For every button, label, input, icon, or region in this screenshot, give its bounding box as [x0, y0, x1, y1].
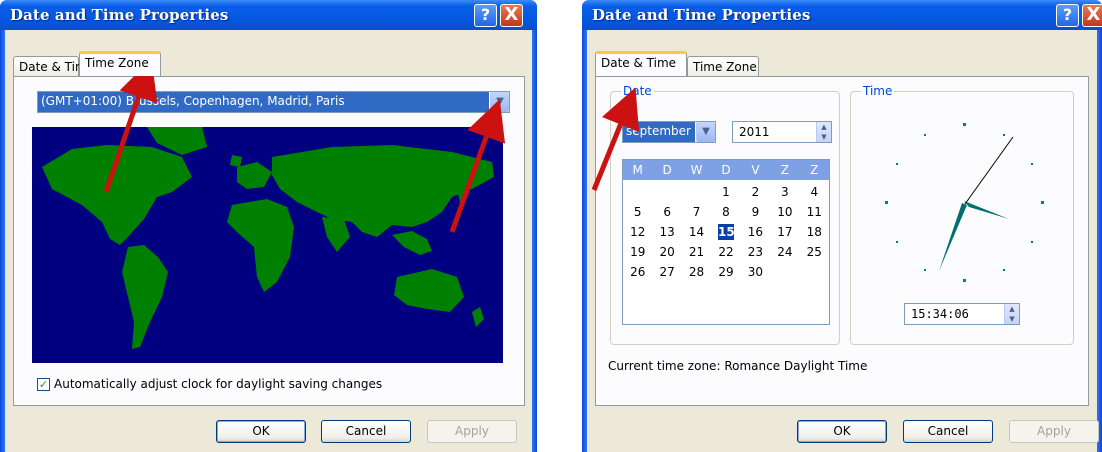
- calendar-empty-cell: [770, 262, 799, 282]
- calendar-day[interactable]: 3: [770, 182, 799, 202]
- current-timezone-value: Romance Daylight Time: [724, 359, 868, 373]
- calendar-day[interactable]: 22: [711, 242, 740, 262]
- help-button[interactable]: ?: [1056, 4, 1079, 27]
- current-timezone-text: Current time zone: Romance Daylight Time: [608, 359, 867, 373]
- calendar-day[interactable]: 6: [652, 202, 681, 222]
- calendar-day[interactable]: 19: [623, 242, 652, 262]
- calendar-day[interactable]: 9: [741, 202, 770, 222]
- calendar-day[interactable]: 16: [741, 222, 770, 242]
- timezone-select[interactable]: (GMT+01:00) Brussels, Copenhagen, Madrid…: [37, 91, 510, 113]
- date-group-label: Date: [621, 84, 654, 98]
- chevron-down-icon[interactable]: ▼: [490, 92, 509, 112]
- month-select[interactable]: september ▼: [622, 121, 716, 143]
- time-spinner[interactable]: 15:34:06 ▲ ▼: [904, 303, 1020, 325]
- world-map-graphic: [42, 127, 494, 349]
- left-dialog-window: Date and Time Properties ? X Date & Time…: [0, 0, 537, 452]
- close-button[interactable]: X: [500, 4, 523, 27]
- spinner-arrows-icon[interactable]: ▲ ▼: [816, 122, 831, 142]
- tab-time-zone[interactable]: Time Zone: [687, 56, 759, 78]
- close-icon: X: [504, 4, 519, 25]
- calendar-day[interactable]: 5: [623, 202, 652, 222]
- calendar-day[interactable]: 23: [741, 242, 770, 262]
- calendar-empty-cell: [682, 182, 711, 202]
- calendar-day[interactable]: 25: [800, 242, 829, 262]
- calendar-day[interactable]: 13: [652, 222, 681, 242]
- help-icon: ?: [480, 5, 491, 24]
- time-value: 15:34:06: [911, 307, 969, 321]
- daylight-saving-label: Automatically adjust clock for daylight …: [54, 377, 383, 391]
- calendar-day[interactable]: 29: [711, 262, 740, 282]
- apply-button[interactable]: Apply: [1009, 420, 1099, 443]
- month-select-value: september: [623, 122, 695, 142]
- calendar-day[interactable]: 24: [770, 242, 799, 262]
- close-icon: X: [1086, 4, 1101, 25]
- calendar-day[interactable]: 2: [741, 182, 770, 202]
- window-title: Date and Time Properties: [592, 6, 811, 24]
- clock-face: [885, 123, 1044, 282]
- timezone-select-value: (GMT+01:00) Brussels, Copenhagen, Madrid…: [38, 92, 489, 112]
- calendar-day[interactable]: 15: [717, 224, 735, 240]
- analog-clock: [877, 115, 1052, 290]
- calendar-empty-cell: [800, 262, 829, 282]
- calendar-days: 1 2 3 4 5 6 7 8 9 10 11 12 13 14 15 16 17 18 19 20 21 22 23 24 2…: [623, 180, 829, 282]
- weekday-header: M: [632, 163, 643, 177]
- check-icon[interactable]: ✓: [37, 377, 50, 391]
- year-value: 2011: [739, 125, 770, 139]
- weekday-header: D: [721, 163, 731, 177]
- window-title: Date and Time Properties: [10, 6, 229, 24]
- calendar-day[interactable]: 20: [652, 242, 681, 262]
- calendar-day[interactable]: 18: [800, 222, 829, 242]
- calendar-empty-cell: [652, 182, 681, 202]
- calendar-day[interactable]: 8: [711, 202, 740, 222]
- calendar-day[interactable]: 21: [682, 242, 711, 262]
- calendar-day[interactable]: 27: [652, 262, 681, 282]
- ok-button[interactable]: OK: [797, 420, 887, 443]
- calendar-day[interactable]: 30: [741, 262, 770, 282]
- calendar-day[interactable]: 17: [770, 222, 799, 242]
- calendar-weekday-header: M D W D V Z Z: [623, 160, 829, 180]
- tab-time-zone[interactable]: Time Zone: [79, 51, 161, 76]
- calendar-empty-cell: [623, 182, 652, 202]
- cancel-button[interactable]: Cancel: [903, 420, 993, 443]
- ok-button[interactable]: OK: [216, 420, 306, 443]
- calendar-day[interactable]: 7: [682, 202, 711, 222]
- current-timezone-label: Current time zone:: [608, 359, 721, 373]
- close-button[interactable]: X: [1082, 4, 1102, 27]
- title-bar[interactable]: Date and Time Properties ? X: [0, 0, 537, 30]
- weekday-header: Z: [810, 163, 819, 177]
- title-bar[interactable]: Date and Time Properties ? X: [582, 0, 1102, 30]
- weekday-header: V: [751, 163, 760, 177]
- time-group-label: Time: [861, 84, 895, 98]
- calendar-day[interactable]: 12: [623, 222, 652, 242]
- dialog-client-area: Date & Time Time Zone Date september ▼ 2…: [587, 30, 1099, 452]
- help-button[interactable]: ?: [474, 4, 497, 27]
- weekday-header: D: [662, 163, 672, 177]
- chevron-down-icon[interactable]: ▼: [696, 122, 715, 142]
- year-spinner[interactable]: 2011 ▲ ▼: [732, 121, 832, 143]
- help-icon: ?: [1062, 5, 1073, 24]
- calendar-day[interactable]: 4: [800, 182, 829, 202]
- spinner-arrows-icon[interactable]: ▲ ▼: [1004, 304, 1019, 324]
- calendar-day[interactable]: 28: [682, 262, 711, 282]
- calendar-day[interactable]: 11: [800, 202, 829, 222]
- calendar-grid[interactable]: M D W D V Z Z 1 2 3 4 5 6 7 8 9 10 11 12 13 14 15 16 17 1…: [622, 159, 830, 325]
- weekday-header: Z: [780, 163, 789, 177]
- tab-date-time[interactable]: Date & Time: [595, 51, 687, 76]
- daylight-saving-checkbox[interactable]: ✓ Automatically adjust clock for dayligh…: [37, 377, 382, 391]
- tab-date-time[interactable]: Date & Time: [13, 56, 94, 78]
- apply-button[interactable]: Apply: [427, 420, 517, 443]
- calendar-day[interactable]: 14: [682, 222, 711, 242]
- weekday-header: W: [690, 163, 703, 177]
- calendar-day[interactable]: 1: [711, 182, 740, 202]
- world-map[interactable]: [32, 127, 503, 363]
- calendar-day[interactable]: 26: [623, 262, 652, 282]
- calendar-day[interactable]: 10: [770, 202, 799, 222]
- right-dialog-window: Date and Time Properties ? X Date & Time…: [582, 0, 1102, 452]
- cancel-button[interactable]: Cancel: [321, 420, 411, 443]
